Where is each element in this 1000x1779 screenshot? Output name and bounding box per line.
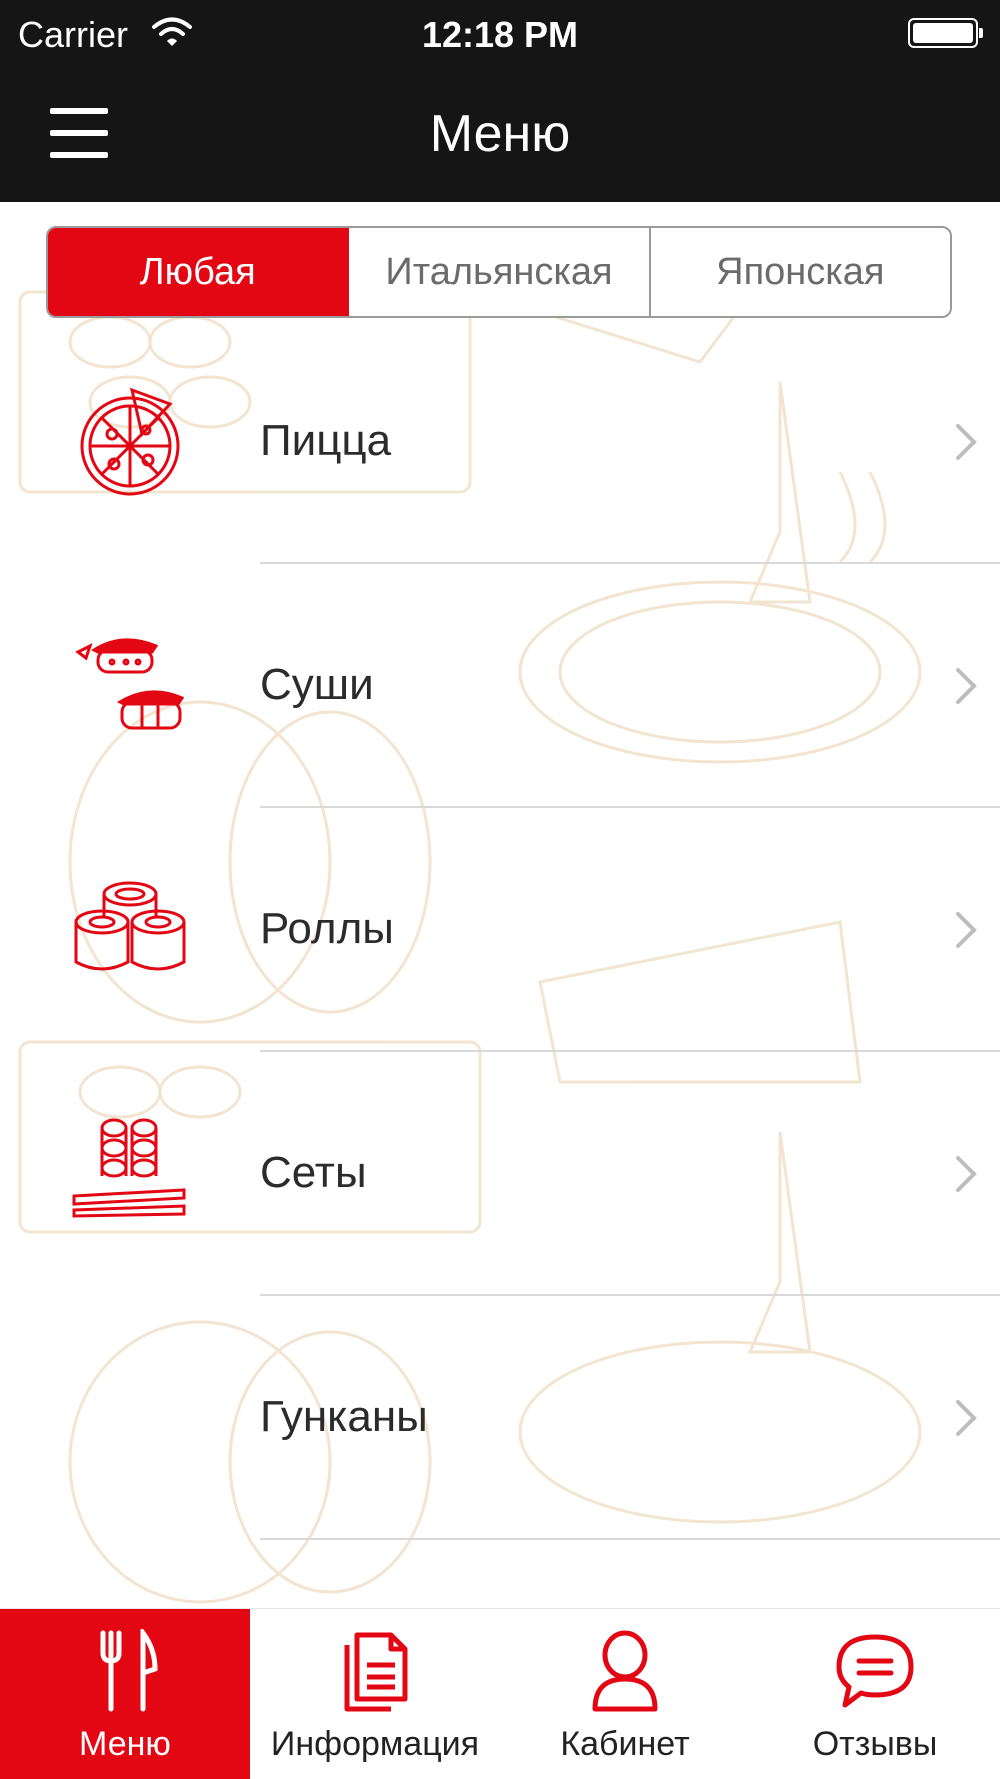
tab-bar: Меню Информация Кабинет Отзывы bbox=[0, 1608, 1000, 1779]
clock: 12:18 PM bbox=[421, 14, 579, 55]
list-item-label: Пицца bbox=[260, 416, 392, 465]
segment-any[interactable]: Любая bbox=[48, 228, 350, 316]
chevron-right-icon bbox=[956, 424, 977, 460]
cuisine-segmented-control: Любая Итальянская Японская bbox=[46, 226, 952, 318]
list-item-label: Гунканы bbox=[260, 1392, 428, 1441]
list-item-label: Суши bbox=[260, 660, 374, 709]
tab-menu[interactable]: Меню bbox=[0, 1609, 250, 1779]
chevron-right-icon bbox=[956, 668, 977, 704]
tab-info[interactable]: Информация bbox=[250, 1609, 500, 1779]
user-icon bbox=[592, 1630, 658, 1712]
tab-cabinet[interactable]: Кабинет bbox=[500, 1609, 750, 1779]
battery-icon bbox=[908, 18, 983, 48]
chevron-right-icon bbox=[956, 912, 977, 948]
list-item-gunkans[interactable]: Гунканы bbox=[0, 1296, 1000, 1540]
list-item-label: Роллы bbox=[260, 904, 394, 953]
tab-label: Меню bbox=[79, 1725, 171, 1763]
list-item-pizza[interactable]: Пицца bbox=[0, 320, 1000, 564]
tab-label: Отзывы bbox=[812, 1725, 938, 1763]
menu-category-list: Пицца Суши Роллы Сеты Гунканы bbox=[0, 320, 1000, 1540]
separator bbox=[260, 1538, 1000, 1540]
list-item-label: Сеты bbox=[260, 1148, 367, 1197]
status-bar: Carrier 12:18 PM bbox=[0, 0, 1000, 68]
pizza-icon bbox=[80, 387, 180, 496]
chevron-right-icon bbox=[956, 1156, 977, 1192]
navigation-bar: Меню bbox=[0, 68, 1000, 202]
sets-icon bbox=[72, 1118, 186, 1218]
document-icon bbox=[344, 1632, 408, 1712]
tab-label: Информация bbox=[270, 1725, 480, 1763]
page-title: Меню bbox=[429, 105, 571, 163]
list-item-sets[interactable]: Сеты bbox=[0, 1052, 1000, 1296]
rolls-icon bbox=[74, 881, 186, 971]
chevron-right-icon bbox=[956, 1400, 977, 1436]
sushi-icon bbox=[75, 638, 185, 730]
segment-italian[interactable]: Итальянская bbox=[349, 228, 651, 316]
fork-knife-icon bbox=[100, 1629, 158, 1712]
tab-reviews[interactable]: Отзывы bbox=[750, 1609, 1000, 1779]
segment-japanese[interactable]: Японская bbox=[651, 228, 950, 316]
list-item-sushi[interactable]: Суши bbox=[0, 564, 1000, 808]
tab-label: Кабинет bbox=[560, 1725, 690, 1763]
list-item-rolls[interactable]: Роллы bbox=[0, 808, 1000, 1052]
chat-icon bbox=[836, 1634, 914, 1708]
